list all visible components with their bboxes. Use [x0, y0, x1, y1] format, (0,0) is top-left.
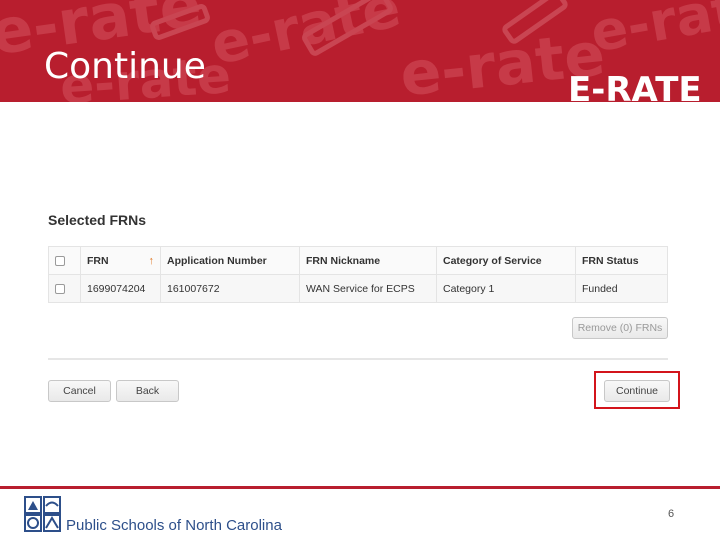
column-header-frn[interactable]: FRN ↑ [80, 246, 161, 275]
column-header-application-number[interactable]: Application Number [160, 246, 300, 275]
cell-frn: 1699074204 [80, 274, 161, 303]
frn-table: FRN ↑ Application Number FRN Nickname Ca… [48, 246, 668, 303]
table-row: 1699074204 161007672 WAN Service for ECP… [48, 274, 668, 303]
page-number: 6 [668, 508, 675, 520]
table-header-row: FRN ↑ Application Number FRN Nickname Ca… [48, 246, 668, 275]
column-header-frn-nickname[interactable]: FRN Nickname [299, 246, 437, 275]
cell-frn-nickname: WAN Service for ECPS [299, 274, 437, 303]
cell-application-number: 161007672 [160, 274, 300, 303]
section-heading: Selected FRNs [48, 212, 147, 228]
back-button[interactable]: Back [116, 380, 179, 402]
column-header-frn-status[interactable]: FRN Status [575, 246, 668, 275]
header-banner: e-rate e-rate e-rate e-rate e-rate Conti… [0, 0, 720, 102]
continue-highlight-box [594, 371, 680, 409]
row-select-cell [48, 274, 81, 303]
cancel-button[interactable]: Cancel [48, 380, 111, 402]
cell-frn-status: Funded [575, 274, 668, 303]
remove-frns-button[interactable]: Remove (0) FRNs [572, 317, 668, 339]
footer-divider [0, 486, 720, 489]
nc-dpi-logo-icon [24, 496, 61, 532]
banner-watermark: e-rate [585, 0, 720, 65]
sort-ascending-icon[interactable]: ↑ [149, 255, 155, 267]
select-all-cell [48, 246, 81, 275]
slide-title: Continue [44, 46, 206, 87]
column-header-category[interactable]: Category of Service [436, 246, 576, 275]
organization-name: Public Schools of North Carolina [66, 517, 282, 534]
divider [48, 358, 668, 360]
brand-logo-text: E-RATE [568, 70, 702, 102]
checkbox-icon[interactable] [55, 255, 65, 266]
cell-category: Category 1 [436, 274, 576, 303]
checkbox-icon[interactable] [55, 283, 65, 294]
